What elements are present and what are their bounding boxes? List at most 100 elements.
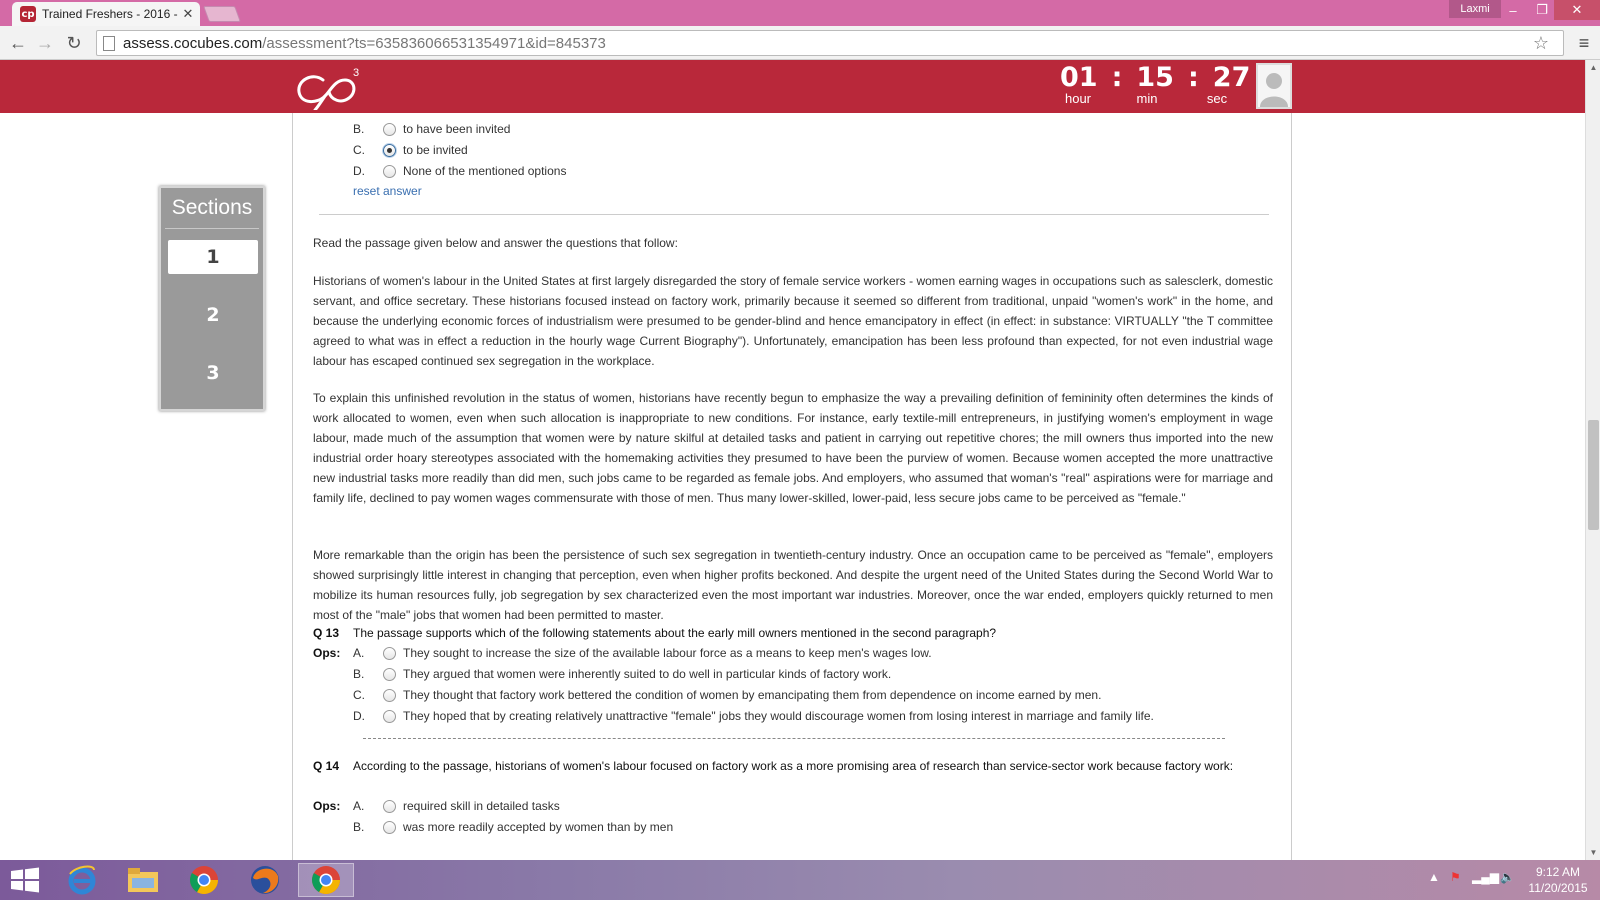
timer-hour-label: hour [1064,91,1092,106]
prev-option-b[interactable]: B. to have been invited [353,119,510,139]
cocubes-favicon-icon: cp [20,6,36,22]
option-radio[interactable] [383,164,396,178]
firefox-icon[interactable] [237,863,293,897]
option-letter: D. [353,709,365,723]
clock-time: 9:12 AM [1535,865,1581,879]
option-letter: D. [353,164,365,178]
folder-glyph [128,868,158,892]
option-radio[interactable] [383,122,396,136]
option-text: They sought to increase the size of the … [403,646,932,660]
question-14-text: According to the passage, historians of … [353,759,1234,773]
forward-arrow-icon[interactable]: → [33,31,57,55]
windows-taskbar: ▲ ⚑ ▂▄▆ 🔈 9:12 AM 11/20/2015 [0,860,1600,900]
option-radio[interactable] [383,667,396,681]
prev-option-d[interactable]: D. None of the mentioned options [353,161,566,181]
prev-option-c[interactable]: C. to be invited [353,140,468,160]
option-text: They argued that women were inherently s… [403,667,892,681]
back-arrow-icon[interactable]: ← [6,31,30,55]
question-13-text: The passage supports which of the follow… [353,626,997,640]
timer-seconds: 27 [1212,62,1251,93]
chrome-taskbar-icon[interactable] [176,863,232,897]
page-icon [103,35,115,51]
sections-panel: Sections 1 2 3 [159,186,265,411]
question-separator [363,738,1225,739]
question-13-number: Q 13 [313,626,340,640]
ops-label: Ops: [313,799,341,813]
chrome-active-window[interactable] [298,863,354,897]
q13-option-b[interactable]: B. They argued that women were inherentl… [353,664,891,684]
chrome-menu-icon[interactable]: ≡ [1574,33,1594,54]
tray-expand-icon[interactable]: ▲ [1428,870,1440,884]
user-silhouette-icon [1260,73,1288,107]
address-bar[interactable]: assess.cocubes.com/assessment?ts=6358360… [96,30,1564,56]
option-text: None of the mentioned options [403,164,567,178]
option-radio[interactable] [383,646,396,660]
q14-option-b[interactable]: B. was more readily accepted by women th… [353,817,673,837]
scroll-up-icon[interactable]: ▲ [1586,63,1600,72]
minimize-icon[interactable]: – [1498,0,1528,20]
sections-title: Sections [171,196,253,219]
ie-glyph [68,865,96,895]
section-button-1[interactable]: 1 [168,240,258,274]
option-letter: B. [353,820,365,834]
question-divider [319,214,1269,215]
timer-separator: : [1187,62,1199,93]
timer-separator: : [1111,62,1123,93]
scrollbar-thumb[interactable] [1588,420,1599,530]
option-letter: A. [353,799,365,813]
bookmark-star-icon[interactable]: ☆ [1533,33,1549,54]
option-text: required skill in detailed tasks [403,799,560,813]
internet-explorer-icon[interactable] [54,863,110,897]
option-letter: C. [353,143,365,157]
restore-icon[interactable]: ❐ [1527,0,1557,20]
passage-paragraph-1: Historians of women's labour in the Unit… [313,274,1273,368]
browser-tab[interactable]: cp Trained Freshers - 2016 - ✕ [12,2,200,26]
option-letter: B. [353,122,365,136]
q13-option-d[interactable]: D. They hoped that by creating relativel… [353,706,1154,726]
browser-toolbar: ← → ↻ assess.cocubes.com/assessment?ts=6… [0,26,1600,60]
passage-paragraph-3: More remarkable than the origin has been… [313,548,1273,622]
cocubes-logo-icon: 3 [297,67,359,110]
window-close-icon[interactable]: ✕ [1554,0,1600,20]
timer-hours: 01 [1060,62,1098,93]
clock-date: 11/20/2015 [1528,881,1588,895]
timer-minutes: 15 [1136,62,1174,93]
system-clock[interactable]: 9:12 AM 11/20/2015 [1522,864,1594,896]
q13-option-a[interactable]: A. They sought to increase the size of t… [353,643,932,663]
network-signal-icon[interactable]: ▂▄▆ [1472,870,1499,884]
passage-intro: Read the passage given below and answer … [313,236,678,250]
q14-option-a[interactable]: A. required skill in detailed tasks [353,796,560,816]
chrome-glyph [312,866,340,894]
q13-option-c[interactable]: C. They thought that factory work better… [353,685,1101,705]
option-radio-selected[interactable] [383,143,396,157]
url-path: /assessment?ts=635836066531354971&id=845… [262,34,606,52]
firefox-glyph [251,866,279,894]
option-radio[interactable] [383,799,396,813]
windows-start-icon[interactable] [10,867,40,893]
ops-label: Ops: [313,646,341,660]
profile-badge[interactable]: Laxmi [1449,0,1501,18]
tab-title: Trained Freshers - 2016 - [42,7,178,21]
option-radio[interactable] [383,820,396,834]
section-button-2[interactable]: 2 [168,298,258,332]
page-scrollbar[interactable]: ▲ ▼ [1585,60,1600,860]
option-letter: A. [353,646,365,660]
reset-answer-link[interactable]: reset answer [353,181,422,201]
file-explorer-icon[interactable] [115,863,171,897]
new-tab-button[interactable] [203,6,241,22]
tab-close-icon[interactable]: ✕ [180,6,196,22]
reload-icon[interactable]: ↻ [62,31,86,55]
scroll-down-icon[interactable]: ▼ [1586,848,1600,857]
option-text: They thought that factory work bettered … [403,688,1102,702]
user-avatar[interactable] [1256,63,1292,109]
volume-icon[interactable]: 🔈 [1500,870,1515,884]
section-button-3[interactable]: 3 [168,356,258,390]
option-radio[interactable] [383,709,396,723]
question-14-number: Q 14 [313,759,340,773]
site-header: 3 01 : 15 : 27 hour min sec [0,60,1585,113]
action-center-flag-icon[interactable]: ⚑ [1450,870,1461,884]
timer-sec-label: sec [1206,91,1228,106]
option-radio[interactable] [383,688,396,702]
passage-paragraph-2: To explain this unfinished revolution in… [313,391,1273,505]
countdown-timer: 01 : 15 : 27 hour min sec [1060,62,1250,106]
